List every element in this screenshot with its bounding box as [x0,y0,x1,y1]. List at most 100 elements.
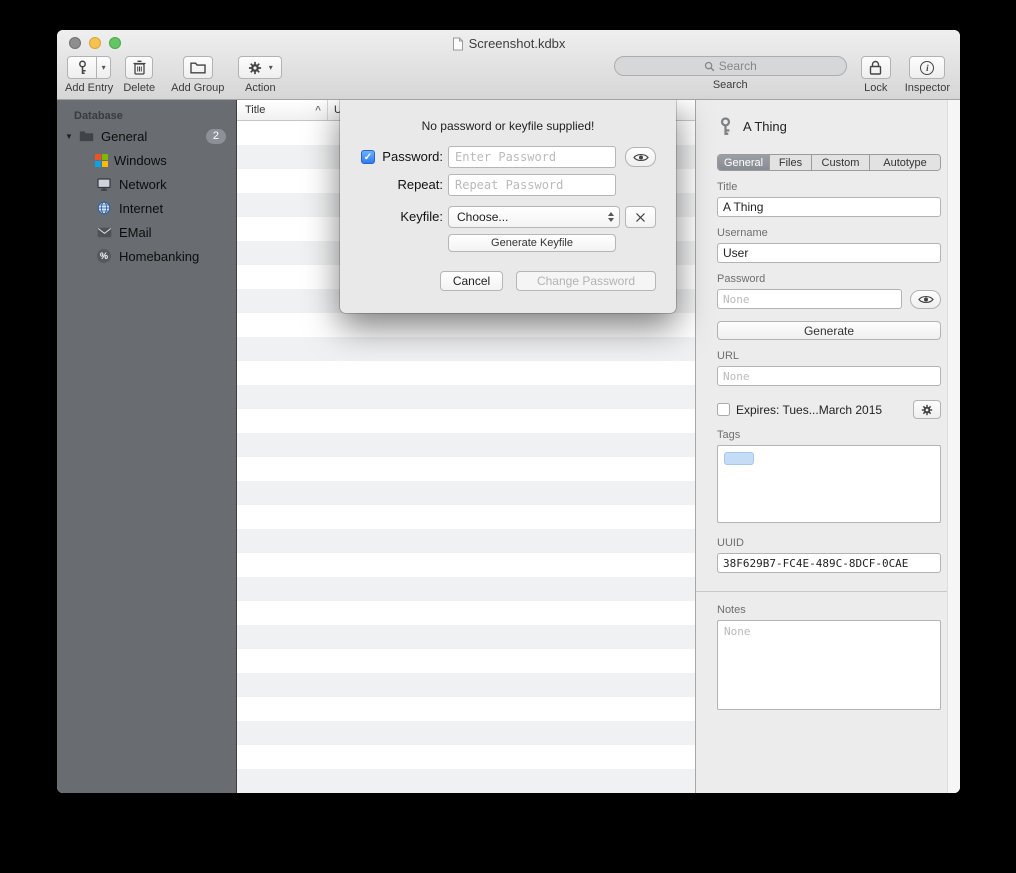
sidebar-item-label: Homebanking [119,249,226,264]
keyfile-popup-button[interactable]: Choose... [448,206,620,228]
lock-button[interactable] [861,56,891,79]
inspector-button[interactable]: i [909,56,945,79]
column-title-label: Title [245,104,265,116]
inspector-tabs: General Files Custom Autotype [717,154,941,171]
action-button[interactable]: ▾ [238,56,282,79]
sidebar-item-homebanking[interactable]: % Homebanking [57,244,236,268]
tags-label: Tags [717,429,941,441]
dialog-repeat-label: Repeat: [340,174,443,196]
title-label: Title [717,181,941,193]
clear-keyfile-button[interactable] [625,206,656,228]
toolbar-item-delete: Delete [123,56,155,94]
tab-files[interactable]: Files [770,155,812,170]
sidebar-item-email[interactable]: EMail [57,220,236,244]
username-input[interactable] [717,243,941,263]
key-icon [75,60,90,75]
entry-count-badge: 2 [206,129,226,144]
toolbar-item-inspector: i Inspector [905,56,950,94]
expires-checkbox[interactable] [717,403,730,416]
keyfile-popup-value: Choose... [457,210,508,224]
sidebar-section-header: Database [57,108,236,124]
sidebar-item-network[interactable]: Network [57,172,236,196]
add-group-label: Add Group [171,82,224,94]
inspector-scrollbar[interactable] [947,100,960,793]
tag-chip[interactable] [724,452,754,465]
sidebar-item-label: General [101,129,206,144]
toolbar-item-search: Search Search [614,56,847,91]
delete-label: Delete [123,82,155,94]
uuid-label: UUID [717,537,941,549]
gear-icon [921,404,933,416]
dialog-keyfile-label: Keyfile: [340,206,443,228]
lock-icon [869,60,882,75]
uuid-input[interactable] [717,553,941,573]
folder-icon [77,130,95,142]
desktop-background: Screenshot.kdbx ▾ Add Entry [0,0,1016,873]
key-icon [717,117,734,136]
dialog-message: No password or keyfile supplied! [340,119,676,133]
sidebar-item-label: Internet [119,201,226,216]
popup-stepper-icon [608,212,614,222]
close-x-icon [635,212,646,223]
inspector-divider [696,591,948,592]
add-entry-label: Add Entry [65,82,113,94]
window-chrome: Screenshot.kdbx ▾ Add Entry [57,30,960,100]
password-input[interactable] [717,289,902,309]
tab-autotype[interactable]: Autotype [870,155,940,170]
expires-label: Expires: Tues...March 2015 [736,403,907,417]
document-icon [452,37,464,51]
tab-general[interactable]: General [718,155,770,170]
inspector-panel: A Thing General Files Custom Autotype Ti… [695,100,960,793]
disclosure-triangle-icon[interactable]: ▼ [61,132,77,141]
toolbar-item-action: ▾ Action [238,56,282,94]
chevron-down-icon: ▾ [269,63,273,72]
dialog-password-reveal-button[interactable] [625,147,656,167]
title-input[interactable] [717,197,941,217]
sidebar-item-label: Windows [114,153,226,168]
action-label: Action [245,82,276,94]
delete-button[interactable] [125,56,153,79]
entry-title-heading: A Thing [743,119,787,134]
sidebar-item-windows[interactable]: Windows [57,148,236,172]
info-icon: i [920,61,934,75]
window-title: Screenshot.kdbx [469,36,566,51]
search-input[interactable]: Search [614,56,847,76]
dialog-password-input[interactable] [448,146,616,168]
toolbar-item-lock: Lock [861,56,891,94]
add-entry-dropdown-button[interactable]: ▾ [96,56,111,79]
add-entry-button[interactable] [67,56,97,79]
gear-icon [248,61,262,75]
search-label: Search [713,79,748,91]
url-label: URL [717,350,941,362]
titlebar: Screenshot.kdbx [57,35,960,52]
tab-custom[interactable]: Custom [812,155,870,170]
column-header-title[interactable]: Title ^ [237,100,328,120]
inspector-label: Inspector [905,82,950,94]
notes-input[interactable] [717,620,941,710]
sort-ascending-icon: ^ [315,105,321,116]
add-group-button[interactable] [183,56,213,79]
generate-keyfile-button[interactable]: Generate Keyfile [448,234,616,252]
cancel-button[interactable]: Cancel [440,271,503,291]
app-window: Screenshot.kdbx ▾ Add Entry [57,30,960,793]
percent-coin-icon: % [95,249,113,263]
globe-icon [95,201,113,215]
sidebar-item-internet[interactable]: Internet [57,196,236,220]
generate-password-button[interactable]: Generate [717,321,941,340]
toolbar-item-add-entry: ▾ Add Entry [65,56,113,94]
expires-settings-button[interactable] [913,400,941,419]
chevron-down-icon: ▾ [102,63,106,72]
search-icon [704,61,715,72]
sidebar-item-label: Network [119,177,226,192]
toolbar: ▾ Add Entry Delete Add Group [65,56,950,98]
change-password-dialog: No password or keyfile supplied! ✓ Passw… [340,100,676,313]
password-reveal-button[interactable] [910,290,941,309]
change-password-button[interactable]: Change Password [516,271,656,291]
monitor-icon [95,178,113,191]
search-placeholder: Search [719,59,757,73]
dialog-repeat-input[interactable] [448,174,616,196]
url-input[interactable] [717,366,941,386]
eye-icon [918,294,934,305]
sidebar-item-general[interactable]: ▼ General 2 [57,124,236,148]
tags-field[interactable] [717,445,941,523]
